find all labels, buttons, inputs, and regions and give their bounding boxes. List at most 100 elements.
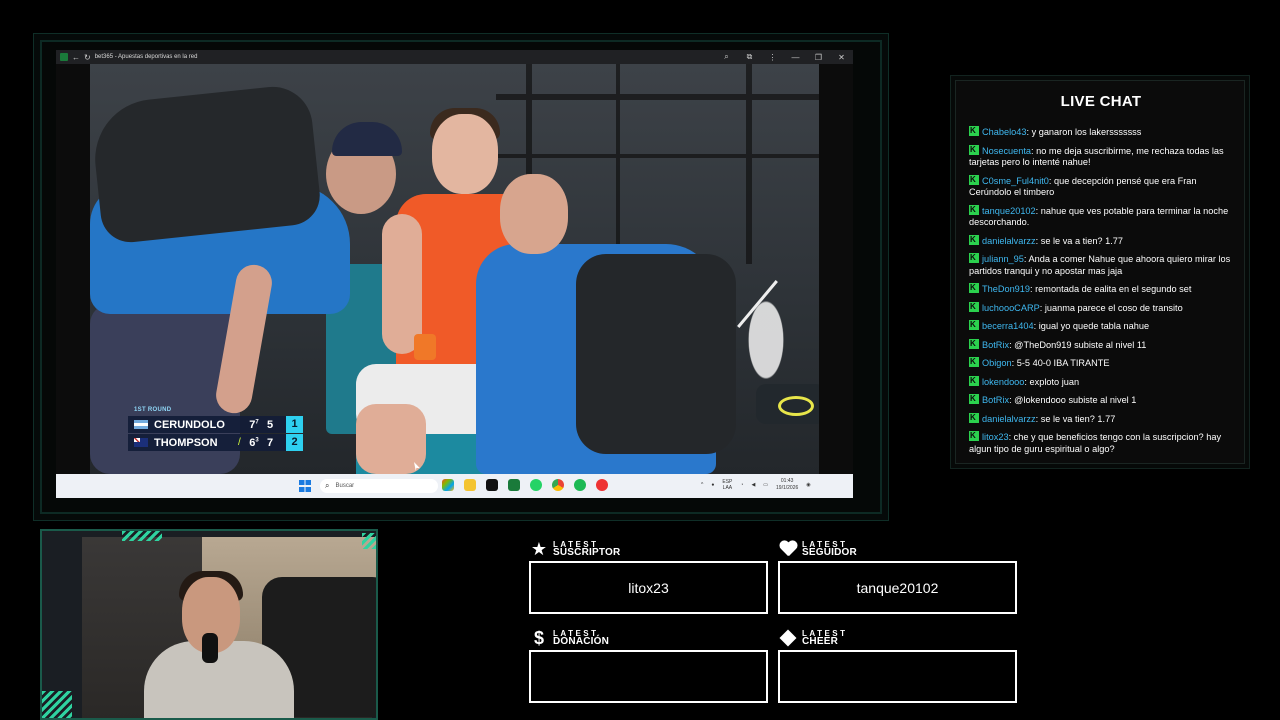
windows-start-icon[interactable] [299, 480, 311, 492]
chat-message: BotRix: @TheDon919 subiste al nivel 11 [969, 338, 1231, 352]
zoom-icon[interactable]: ⌕ [715, 52, 738, 62]
kick-badge-icon [969, 430, 979, 442]
app-icon[interactable] [596, 479, 608, 491]
minimize-button[interactable]: — [784, 53, 807, 62]
chat-text: @TheDon919 subiste al nivel 11 [1014, 339, 1147, 350]
chat-username[interactable]: C0sme_Ful4nit0 [982, 176, 1049, 186]
chat-username[interactable]: Chabelo43 [982, 127, 1026, 137]
reload-icon[interactable]: ↻ [84, 53, 91, 62]
argentina-flag-icon [134, 420, 148, 429]
widget-header: LATEST CHEER [778, 627, 1018, 649]
set2-score: 5 [266, 418, 274, 431]
search-icon: ⌕ [325, 481, 330, 490]
set2-score: 7 [266, 436, 274, 449]
chat-username[interactable]: tanque20102 [982, 206, 1036, 216]
polo-logo [736, 274, 796, 384]
tiktok-icon[interactable] [486, 479, 498, 491]
volume-icon[interactable]: ◀ [751, 482, 755, 488]
current-set-score: 2 [286, 434, 303, 451]
chat-username[interactable]: luchoooCARP [982, 303, 1040, 313]
current-set-score: 1 [286, 416, 303, 433]
windows-taskbar: ⌕ Buscar ^ ● ESP LAA ◔ ◀ ▭ 01:43 19/1/2026… [56, 474, 853, 498]
close-button[interactable]: ✕ [830, 53, 853, 62]
chat-username[interactable]: Nosecuenta [982, 146, 1031, 156]
scoreboard-row: THOMPSON / 63 7 2 [128, 434, 303, 451]
scoreboard: 1ST ROUND CERUNDOLO 77 5 1 THOMPSON / 63… [128, 407, 303, 453]
chat-message: Chabelo43: y ganaron los lakersssssss [969, 125, 1231, 139]
star-icon: ★ [530, 538, 548, 559]
chat-username[interactable]: becerra1404 [982, 321, 1034, 331]
latest-donation-widget: $ LATEST DONACIÓN [529, 627, 769, 703]
restore-button[interactable]: ❐ [807, 53, 830, 62]
taskbar-search[interactable]: ⌕ Buscar [320, 479, 438, 493]
player-name: THOMPSON [154, 436, 218, 449]
battery-icon[interactable]: ▭ [763, 482, 768, 488]
chevron-up-icon[interactable]: ^ [701, 482, 703, 488]
chat-message: danielalvarzz: se le va a tien? 1.77 [969, 234, 1231, 248]
kick-badge-icon [969, 204, 979, 215]
widget-header: LATEST SEGUIDOR [778, 538, 1018, 560]
player-name: CERUNDOLO [154, 418, 225, 431]
chat-username[interactable]: litox23 [982, 432, 1009, 442]
kick-badge-icon [969, 412, 979, 423]
kick-badge-icon [969, 282, 979, 294]
round-label: 1ST ROUND [134, 407, 172, 413]
chat-username[interactable]: juliann_95 [982, 254, 1024, 264]
kick-badge-icon [969, 301, 979, 312]
chat-message: BotRix: @lokendooo subiste al nivel 1 [969, 393, 1231, 407]
live-chat-panel: LIVE CHAT Chabelo43: y ganaron los laker… [955, 80, 1245, 464]
player-arm [382, 214, 422, 354]
chat-message: luchoooCARP: juanma parece el coso de tr… [969, 301, 1231, 315]
bet365-app-icon[interactable] [508, 479, 520, 491]
decor-stripes [122, 531, 162, 541]
chat-username[interactable]: Obigon [982, 358, 1012, 368]
notifications-icon[interactable]: ◉ [806, 482, 810, 488]
language-indicator[interactable]: ESP LAA [722, 479, 732, 491]
chat-title: LIVE CHAT [1060, 93, 1142, 110]
racket-bag [756, 384, 826, 424]
chat-username[interactable]: lokendooo [982, 377, 1024, 387]
heart-icon [778, 539, 798, 559]
wifi-icon[interactable]: ◔ [740, 482, 743, 488]
chat-message: C0sme_Ful4nit0: que decepción pensé que … [969, 174, 1231, 199]
chat-message: juliann_95: Anda a comer Nahue que ahoor… [969, 252, 1231, 277]
chat-text: se le va a tien? 1.77 [1040, 235, 1123, 246]
back-icon[interactable]: ← [72, 53, 80, 62]
australia-flag-icon [134, 438, 148, 447]
latest-subscriber-widget: ★ LATEST SUSCRIPTOR litox23 [529, 538, 769, 614]
kick-badge-icon [969, 174, 979, 185]
dollar-icon: $ [533, 627, 544, 648]
file-explorer-icon[interactable] [464, 479, 476, 491]
decor-stripes [362, 533, 376, 549]
whatsapp-icon[interactable] [530, 479, 542, 491]
chat-username[interactable]: danielalvarzz [982, 414, 1036, 424]
more-menu-icon[interactable]: ⋮ [761, 53, 784, 62]
chrome-icon[interactable] [552, 479, 564, 491]
spotify-icon[interactable] [574, 479, 586, 491]
webcam-feed [82, 537, 376, 718]
tennis-video-stream[interactable]: 1ST ROUND CERUNDOLO 77 5 1 THOMPSON / 63… [56, 64, 853, 474]
system-tray: ^ ● ESP LAA ◔ ◀ ▭ 01:43 19/1/2026 ◉ [701, 478, 811, 492]
latest-cheer-value [778, 650, 1017, 703]
chat-username[interactable]: BotRix [982, 395, 1009, 405]
widget-label-big: CHEER [802, 636, 839, 647]
player-leg [356, 404, 426, 474]
copilot-icon[interactable] [442, 479, 454, 491]
taskbar-apps [442, 479, 608, 491]
chat-text: @lokendooo subiste al nivel 1 [1014, 395, 1137, 405]
chat-username[interactable]: BotRix [982, 340, 1009, 350]
microphone-icon [202, 633, 218, 663]
set1-tiebreak: 3 [255, 436, 259, 443]
mic-icon[interactable]: ● [711, 482, 714, 488]
chat-username[interactable]: danielalvarzz [982, 236, 1036, 246]
date: 19/1/2026 [776, 485, 799, 491]
diamond-icon [778, 628, 798, 648]
webcam-frame [40, 529, 378, 720]
share-icon[interactable]: ⧉ [738, 52, 761, 62]
chat-username[interactable]: TheDon919 [982, 284, 1030, 294]
clock[interactable]: 01:43 19/1/2026 [776, 478, 798, 492]
latest-follower-widget: LATEST SEGUIDOR tanque20102 [778, 538, 1018, 614]
serve-ball-icon: / [238, 437, 241, 448]
browser-title: bet365 - Apuestas deportivas en la red [94, 54, 198, 60]
set1-score: 63 [246, 437, 262, 449]
